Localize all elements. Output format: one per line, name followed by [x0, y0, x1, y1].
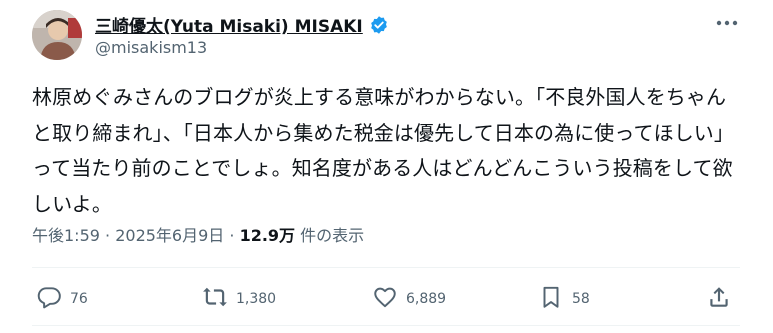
bookmark-button[interactable]: 58	[538, 282, 590, 316]
like-count: 6,889	[406, 291, 447, 307]
tweet-date[interactable]: 2025年6月9日	[115, 226, 224, 245]
repost-count: 1,380	[236, 291, 277, 307]
share-button[interactable]	[706, 282, 732, 316]
divider	[32, 325, 740, 326]
like-button[interactable]: 6,889	[372, 282, 446, 316]
share-icon	[706, 284, 732, 314]
reply-count: 76	[70, 291, 88, 307]
tweet-time[interactable]: 午後1:59	[32, 226, 100, 245]
author-handle[interactable]: @misakism13	[95, 38, 207, 57]
author-display-name[interactable]: 三崎優太(Yuta Misaki) MISAKI	[95, 12, 363, 37]
more-options-icon[interactable]	[712, 12, 742, 34]
action-bar: 76 1,380 6,889 58	[32, 282, 740, 316]
repost-button[interactable]: 1,380	[202, 282, 276, 316]
heart-icon	[372, 284, 398, 314]
bookmark-icon	[538, 284, 564, 314]
verified-badge-icon	[369, 15, 389, 35]
meta-separator: ·	[224, 226, 240, 245]
author-name-row: 三崎優太(Yuta Misaki) MISAKI	[95, 12, 389, 37]
tweet-meta: 午後1:59 · 2025年6月9日 · 12.9万 件の表示	[32, 222, 364, 246]
tweet-text: 林原めぐみさんのブログが炎上する意味がわからない。「不良外国人をちゃんと取り締ま…	[32, 85, 734, 216]
repost-icon	[202, 284, 228, 314]
reply-button[interactable]: 76	[36, 282, 88, 316]
reply-icon	[36, 284, 62, 314]
avatar[interactable]	[32, 10, 82, 60]
view-count: 12.9万	[239, 226, 296, 245]
divider	[32, 267, 740, 268]
view-count-suffix: 件の表示	[295, 226, 365, 245]
meta-separator: ·	[99, 226, 116, 245]
bookmark-count: 58	[572, 291, 590, 307]
